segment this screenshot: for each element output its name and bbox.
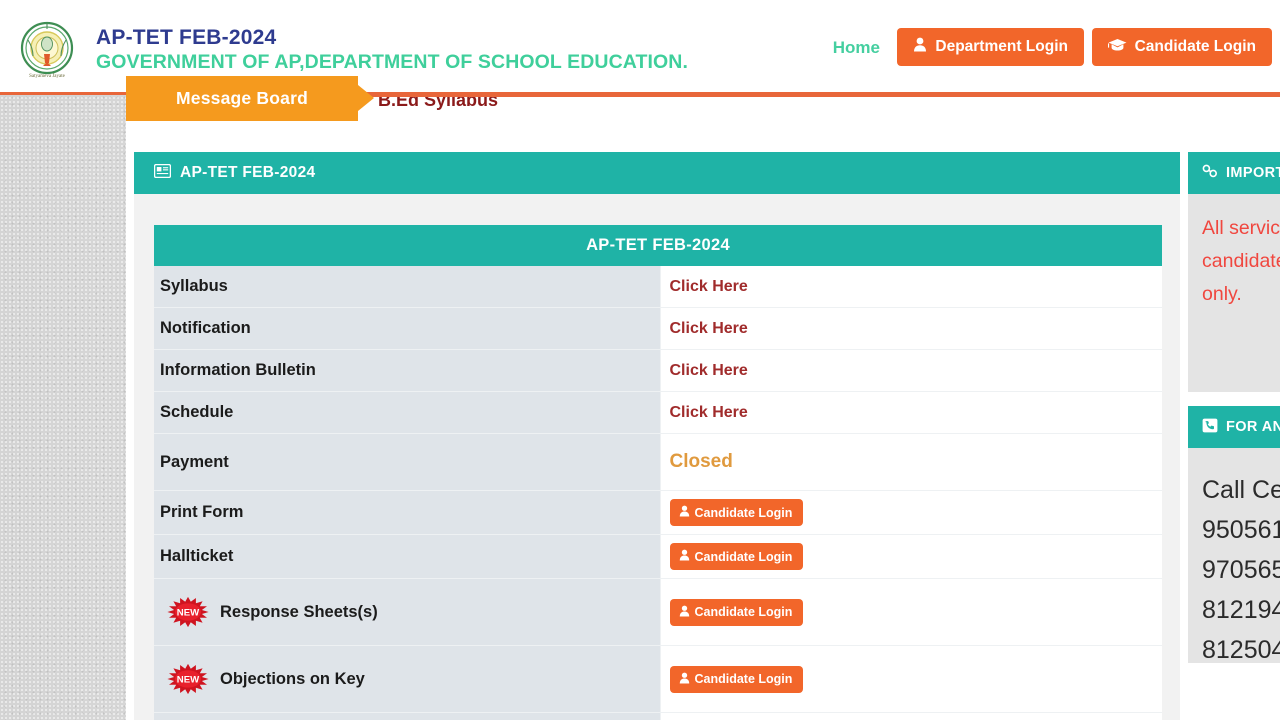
id-card-icon <box>153 163 172 183</box>
table-row-label: Schedule <box>160 403 234 421</box>
callcenter-label: Call Center <box>1202 476 1280 504</box>
table-row: Payment Closed <box>154 433 1162 491</box>
table-row: Syllabus Click Here <box>154 266 1162 308</box>
message-board-tab-label: Message Board <box>176 88 308 108</box>
svg-text:Satyameva Jayate: Satyameva Jayate <box>29 74 65 79</box>
main-panel-header: AP-TET FEB-2024 <box>134 152 1180 194</box>
main-panel: AP-TET FEB-2024 AP-TET FEB-2024 Syllabus… <box>134 152 1180 720</box>
message-board-tab-arrow <box>358 85 374 111</box>
table-row-label-cell: Syllabus <box>154 266 661 308</box>
svg-text:NEW: NEW <box>177 608 200 619</box>
main-panel-body: AP-TET FEB-2024 Syllabus Click Here Notifi… <box>134 194 1180 720</box>
content-column: AP-TET FEB-2024 AP-TET FEB-2024 Syllabus… <box>126 119 1280 720</box>
department-login-label: Department Login <box>935 38 1068 55</box>
callcenter-phone-number[interactable]: 8121947697 <box>1202 590 1280 630</box>
user-icon <box>679 505 690 520</box>
site-title-block: AP-TET FEB-2024 GOVERNMENT OF AP,DEPARTM… <box>96 26 688 74</box>
candidate-login-button[interactable]: Candidate Login <box>669 543 804 570</box>
graduation-cap-icon <box>1107 38 1127 57</box>
table-row-value-cell: Candidate Login <box>660 490 1162 535</box>
table-row-label-cell: NEW Objections on Key <box>154 645 661 713</box>
candidate-login-label: Candidate Login <box>694 549 793 564</box>
table-row-label: Syllabus <box>160 277 228 295</box>
candidate-login-button[interactable]: Candidate Login <box>669 598 804 626</box>
candidate-login-label: Candidate Login <box>1134 38 1256 55</box>
svg-text:NEW: NEW <box>177 675 200 686</box>
click-here-link[interactable]: Click Here <box>670 404 748 421</box>
table-row-label-cell: Information Bulletin <box>154 349 661 392</box>
candidate-login-button[interactable]: Candidate Login <box>669 665 804 693</box>
callcenter-panel-body: Call Center 95056191279705650155812194769… <box>1188 448 1280 664</box>
callcenter-panel-heading: FOR ANY QUERIES <box>1226 419 1280 435</box>
click-here-link[interactable]: Click Here <box>670 278 748 295</box>
candidate-login-button[interactable]: Candidate Login <box>669 499 804 526</box>
click-here-link[interactable]: Click Here <box>670 362 748 379</box>
new-badge-icon: NEW <box>166 596 210 628</box>
user-icon <box>679 549 690 564</box>
table-row-label-cell: Notification <box>154 307 661 350</box>
important-panel-header: IMPORTANT <box>1188 152 1280 194</box>
table-row: Print Form Candidate Login <box>154 490 1162 535</box>
table-row: Information Bulletin Click Here <box>154 349 1162 392</box>
table-row: Hallticket Candidate Login <box>154 534 1162 579</box>
candidate-login-label: Candidate Login <box>694 672 793 686</box>
important-panel-heading: IMPORTANT <box>1226 165 1280 181</box>
callcenter-phone-number[interactable]: 9505619127 <box>1202 510 1280 550</box>
user-icon <box>913 37 927 57</box>
table-row: Notification Click Here <box>154 307 1162 350</box>
table-row-label: Payment <box>160 452 229 471</box>
sidebar: IMPORTANT All services for candidates th… <box>1188 152 1280 664</box>
table-row-label: Print Form <box>160 503 244 521</box>
phone-square-icon <box>1202 418 1218 437</box>
callcenter-phone-number[interactable]: 9705650155 <box>1202 550 1280 590</box>
table-row-value-cell: Click Here <box>660 266 1162 308</box>
candidate-login-label: Candidate Login <box>694 605 793 619</box>
table-row-value-cell: Click Here <box>660 712 1162 720</box>
page-subtitle: GOVERNMENT OF AP,DEPARTMENT OF SCHOOL ED… <box>96 51 688 73</box>
candidate-login-button[interactable]: Candidate Login <box>1091 28 1272 66</box>
table-row-label-cell: NEW Response Sheets(s) <box>154 578 661 646</box>
table-row-label-cell: NEWQuestion Papers & keys <box>154 712 661 720</box>
table-row-value-cell: Click Here <box>660 391 1162 434</box>
table-row-label: Notification <box>160 319 251 337</box>
table-row: Schedule Click Here <box>154 391 1162 434</box>
table-row-label-cell: Hallticket <box>154 534 661 579</box>
click-here-link[interactable]: Click Here <box>670 320 748 337</box>
callcenter-panel-header: FOR ANY QUERIES <box>1188 406 1280 448</box>
link-chain-icon <box>1202 164 1218 182</box>
important-panel-body: All services for candidates through only… <box>1188 194 1280 392</box>
table-row-value-cell: Click Here <box>660 307 1162 350</box>
important-notice-text: All services for candidates through only… <box>1202 217 1280 305</box>
department-login-button[interactable]: Department Login <box>897 28 1084 66</box>
table-row-label: Hallticket <box>160 547 234 565</box>
table-row-value-cell: Candidate Login <box>660 578 1162 646</box>
aptet-links-table: AP-TET FEB-2024 Syllabus Click Here Notifi… <box>154 225 1162 720</box>
table-row: NEWQuestion Papers & keysClick Here <box>154 712 1162 720</box>
table-row-value-cell: Candidate Login <box>660 645 1162 713</box>
main-panel-heading: AP-TET FEB-2024 <box>180 164 316 181</box>
nav-link-home[interactable]: Home <box>833 38 880 58</box>
callcenter-phone-number[interactable]: 8125047687 <box>1202 630 1280 670</box>
status-badge: Closed <box>669 451 733 472</box>
table-row-value-cell: Candidate Login <box>660 534 1162 579</box>
table-row-label-cell: Schedule <box>154 391 661 434</box>
marquee-text: B.Ed Syllabus <box>378 95 499 110</box>
table-row-label-cell: Print Form <box>154 490 661 535</box>
user-icon <box>679 605 690 620</box>
candidate-login-label: Candidate Login <box>694 505 793 520</box>
page-title: AP-TET FEB-2024 <box>96 26 277 49</box>
new-badge-icon: NEW <box>166 663 210 695</box>
table-row-label: Response Sheets(s) <box>220 602 378 621</box>
table-row-value-cell: Click Here <box>660 349 1162 392</box>
table-row: NEW Objections on Key Candidate Login <box>154 645 1162 713</box>
table-row-label: Information Bulletin <box>160 361 316 379</box>
table-row: NEW Response Sheets(s) Candidate Login <box>154 578 1162 646</box>
table-caption: AP-TET FEB-2024 <box>154 225 1162 266</box>
table-row-label: Objections on Key <box>220 669 365 688</box>
table-row-label-cell: Payment <box>154 433 661 491</box>
ap-government-emblem-icon: Satyameva Jayate <box>16 20 78 82</box>
table-row-value-cell: Closed <box>660 433 1162 491</box>
user-icon <box>679 672 690 687</box>
message-board-tab[interactable]: Message Board <box>126 76 358 121</box>
